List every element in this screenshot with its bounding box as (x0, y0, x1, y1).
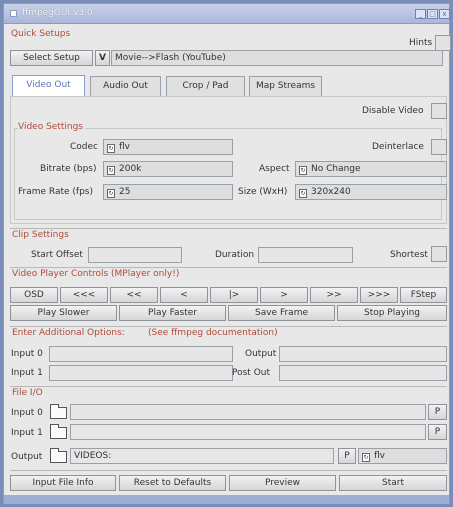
player-controls-label: Video Player Controls (MPlayer only!) (12, 269, 182, 279)
seek-forward-far-button[interactable]: >>> (360, 287, 398, 303)
cycle-icon[interactable]: ↻ (299, 189, 307, 198)
shortest-checkbox[interactable] (431, 246, 447, 262)
folder-icon[interactable] (50, 404, 67, 419)
ffmpeg-docs-label: (See ffmpeg documentation) (148, 328, 280, 338)
play-pause-button[interactable]: |> (210, 287, 258, 303)
close-button[interactable]: x (439, 9, 450, 19)
hints-label: Hints (409, 38, 433, 48)
framerate-label: Frame Rate (fps) (18, 187, 93, 197)
size-label: Size (WxH) (238, 187, 288, 197)
clip-settings-label: Clip Settings (12, 230, 71, 240)
codec-field[interactable]: ↻ flv (103, 139, 233, 155)
file-input1-label: Input 1 (11, 428, 43, 438)
tab-video-out[interactable]: Video Out (12, 75, 85, 97)
divider (10, 267, 447, 268)
play-faster-button[interactable]: Play Faster (119, 305, 226, 321)
framerate-field[interactable]: ↻ 25 (103, 184, 233, 200)
deinterlace-label: Deinterlace (372, 142, 424, 152)
stop-playing-button[interactable]: Stop Playing (337, 305, 447, 321)
disable-video-checkbox[interactable] (431, 103, 447, 119)
divider (10, 326, 447, 327)
option-input0-field[interactable] (49, 346, 233, 362)
seek-forward-medium-button[interactable]: >> (310, 287, 358, 303)
file-input0-label: Input 0 (11, 408, 43, 418)
play-slower-button[interactable]: Play Slower (10, 305, 117, 321)
file-output-field[interactable]: VIDEOS: (70, 448, 334, 464)
tab-crop-pad[interactable]: Crop / Pad (166, 76, 245, 96)
duration-input[interactable] (258, 247, 353, 263)
seek-back-far-button[interactable]: <<< (60, 287, 108, 303)
aspect-field[interactable]: ↻ No Change (295, 161, 447, 177)
file-input0-play-button[interactable]: P (428, 404, 447, 420)
option-output-field[interactable] (279, 346, 447, 362)
bitrate-value: 200k (119, 164, 142, 174)
option-output-label: Output (245, 349, 277, 359)
video-settings-label: Video Settings (18, 122, 85, 132)
preview-button[interactable]: Preview (229, 475, 336, 491)
frame-step-button[interactable]: FStep (400, 287, 447, 303)
setup-dropdown-button[interactable]: V (95, 50, 110, 66)
option-postout-field[interactable] (279, 365, 447, 381)
quick-setups-label: Quick Setups (11, 29, 73, 39)
divider (10, 228, 447, 229)
window-menu-icon[interactable] (10, 10, 17, 17)
codec-value: flv (119, 142, 130, 152)
file-output-label: Output (11, 452, 43, 462)
size-value: 320x240 (311, 187, 351, 197)
tab-map-streams[interactable]: Map Streams (249, 76, 322, 96)
seek-back-button[interactable]: < (160, 287, 208, 303)
folder-icon[interactable] (50, 448, 67, 463)
minimize-button[interactable]: _ (415, 9, 426, 19)
aspect-value: No Change (311, 164, 361, 174)
divider (10, 386, 447, 387)
additional-options-label: Enter Additional Options: (12, 328, 127, 338)
file-output-play-button[interactable]: P (338, 448, 356, 464)
disable-video-label: Disable Video (362, 106, 424, 116)
title-bar[interactable]: ffmpegGUI v3.0 _ □ x (4, 4, 450, 24)
start-offset-label: Start Offset (31, 250, 83, 260)
seek-forward-button[interactable]: > (260, 287, 308, 303)
cycle-icon[interactable]: ↻ (107, 144, 115, 153)
shortest-label: Shortest (390, 250, 428, 260)
duration-label: Duration (215, 250, 255, 260)
cycle-icon[interactable]: ↻ (362, 453, 370, 462)
codec-label: Codec (70, 142, 98, 152)
seek-back-medium-button[interactable]: << (110, 287, 158, 303)
framerate-value: 25 (119, 187, 131, 197)
input-file-info-button[interactable]: Input File Info (10, 475, 116, 491)
option-input1-label: Input 1 (11, 368, 43, 378)
output-extension-field[interactable]: ↻ flv (358, 448, 447, 464)
hints-checkbox[interactable] (435, 35, 451, 51)
file-io-label: File I/O (12, 388, 45, 398)
save-frame-button[interactable]: Save Frame (228, 305, 335, 321)
option-postout-label: Post Out (232, 368, 271, 378)
folder-icon[interactable] (50, 424, 67, 439)
reset-defaults-button[interactable]: Reset to Defaults (119, 475, 226, 491)
bitrate-field[interactable]: ↻ 200k (103, 161, 233, 177)
maximize-button[interactable]: □ (427, 9, 438, 19)
status-bar (4, 495, 449, 504)
output-extension-value: flv (374, 451, 385, 461)
start-offset-input[interactable] (88, 247, 182, 263)
file-input0-field[interactable] (70, 404, 426, 420)
option-input0-label: Input 0 (11, 349, 43, 359)
option-input1-field[interactable] (49, 365, 233, 381)
size-field[interactable]: ↻ 320x240 (295, 184, 447, 200)
window-title: ffmpegGUI v3.0 (22, 8, 93, 18)
aspect-label: Aspect (259, 164, 290, 174)
cycle-icon[interactable]: ↻ (107, 189, 115, 198)
start-button[interactable]: Start (339, 475, 447, 491)
cycle-icon[interactable]: ↻ (107, 166, 115, 175)
file-input1-play-button[interactable]: P (428, 424, 447, 440)
setup-name-field[interactable]: Movie-->Flash (YouTube) (111, 50, 443, 66)
divider (10, 470, 447, 471)
select-setup-button[interactable]: Select Setup (10, 50, 93, 66)
tab-audio-out[interactable]: Audio Out (90, 76, 161, 96)
cycle-icon[interactable]: ↻ (299, 166, 307, 175)
main-window: ffmpegGUI v3.0 _ □ x Quick Setups Hints … (3, 3, 451, 504)
bitrate-label: Bitrate (bps) (40, 164, 97, 174)
deinterlace-checkbox[interactable] (431, 139, 447, 155)
file-input1-field[interactable] (70, 424, 426, 440)
osd-button[interactable]: OSD (10, 287, 58, 303)
